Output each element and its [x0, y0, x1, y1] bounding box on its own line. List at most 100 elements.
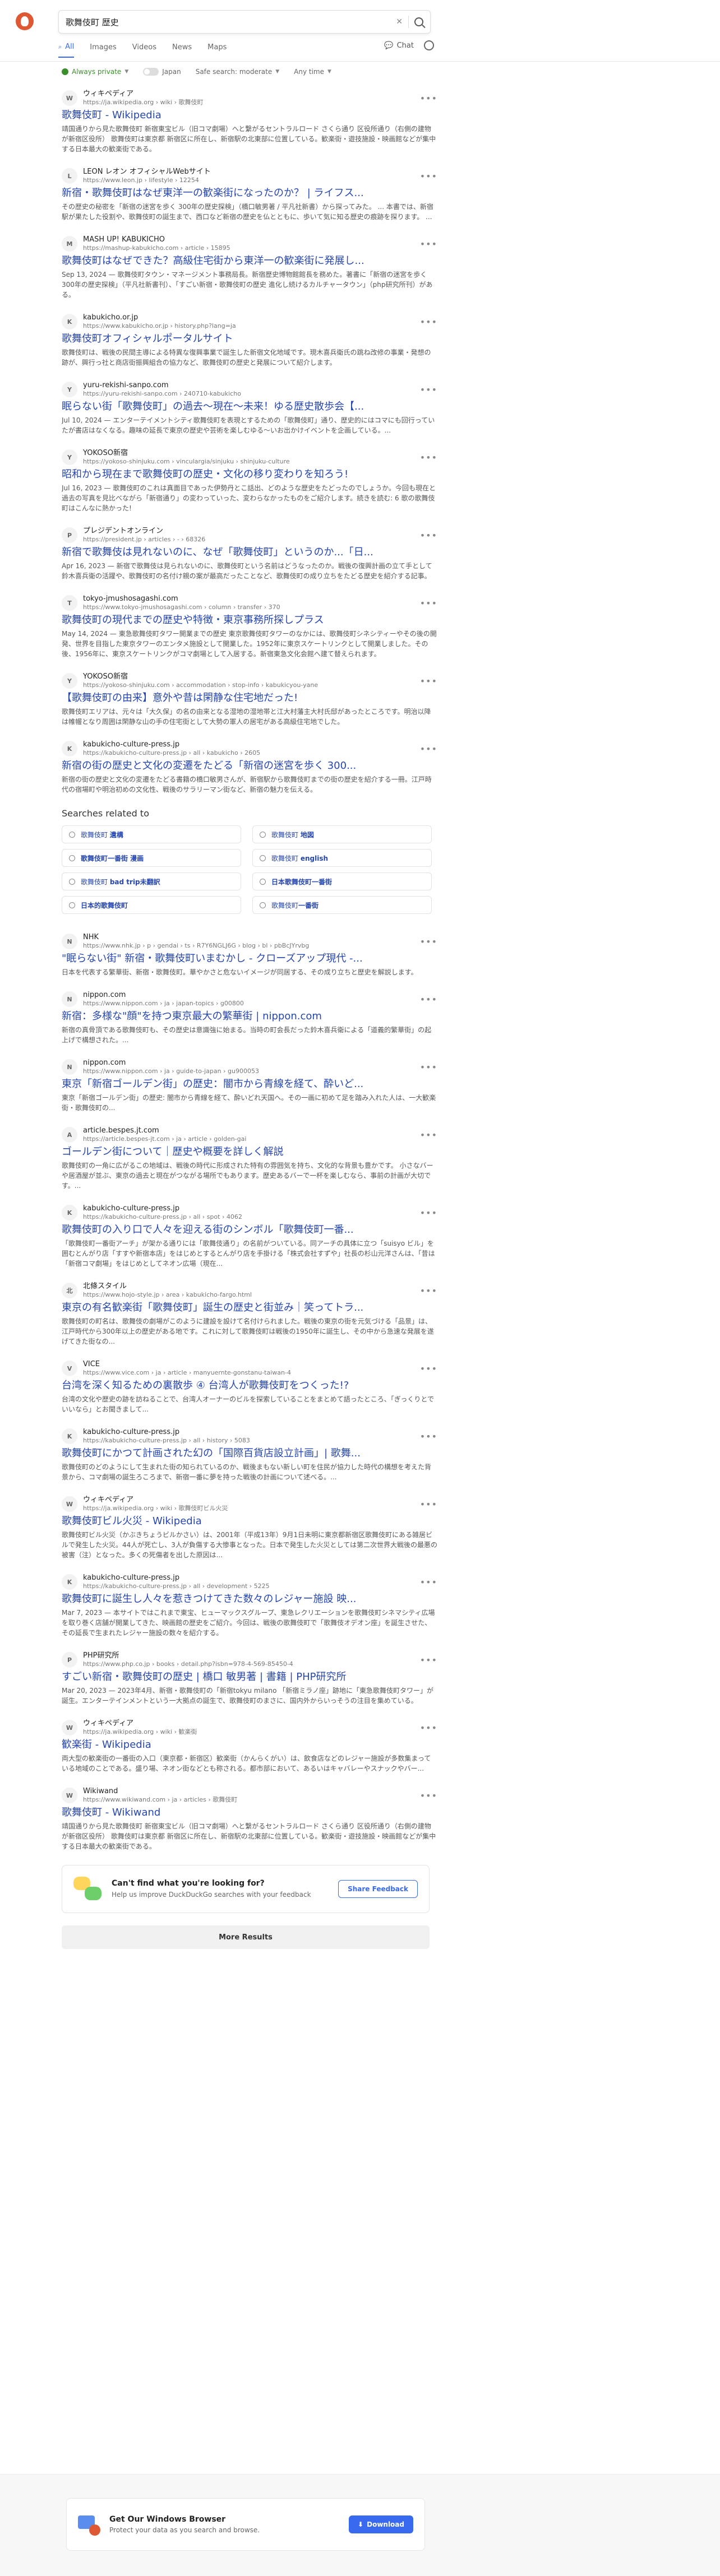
result-source[interactable]: P PHP研究所 https://www.php.co.jp › books › d…: [62, 1651, 437, 1668]
result-source[interactable]: Kkabukicho-culture-press.jp https://kabuk…: [62, 1204, 437, 1221]
always-private-filter[interactable]: Always private ▼: [62, 68, 128, 76]
result-url[interactable]: https://www.nhk.jp › p › gendai › ts › R…: [83, 942, 309, 950]
result-source[interactable]: Kkabukicho-culture-press.jp https://kabuk…: [62, 1574, 437, 1590]
more-options-icon[interactable]: •••: [420, 452, 437, 463]
result-title[interactable]: 東京の有名歓楽街「歌舞伎町」誕生の歴史と街並み｜笑ってトラ...: [62, 1301, 437, 1315]
safe-search-filter[interactable]: Safe search: moderate ▼: [196, 68, 279, 76]
result-url[interactable]: https://kabukicho-culture-press.jp › all…: [83, 749, 260, 757]
result-source[interactable]: Kkabukicho-culture-press.jp https://kabuk…: [62, 1428, 437, 1445]
more-options-icon[interactable]: •••: [420, 530, 437, 541]
result-url[interactable]: https://www.nippon.com › ja › guide-to-j…: [83, 1067, 259, 1075]
duckduckgo-logo[interactable]: [16, 12, 34, 30]
result-url[interactable]: https://ja.wikipedia.org › wiki › 歌舞伎町ビル…: [83, 1505, 228, 1512]
result-title[interactable]: 東京「新宿ゴールデン街」の歴史：闇市から青線を経て、酔いど...: [62, 1078, 437, 1091]
tab-news[interactable]: News: [172, 43, 192, 58]
result-url[interactable]: https://yuru-rekishi-sanpo.com › 240710-…: [83, 390, 241, 398]
result-title[interactable]: 新宿の街の歴史と文化の変遷をたどる「新宿の迷宮を歩く 300...: [62, 759, 437, 773]
related-search-item[interactable]: 日本的歌舞伎町: [62, 896, 241, 914]
result-title[interactable]: "眠らない街" 新宿・歌舞伎町いまむかし - クローズアップ現代 -...: [62, 952, 437, 966]
clear-icon[interactable]: ✕: [396, 17, 403, 26]
result-source[interactable]: Kkabukicho.or.jp https://www.kabukicho.or…: [62, 313, 437, 330]
result-source[interactable]: P プレジデントオンライン https://president.jp › artic…: [62, 527, 437, 544]
result-title[interactable]: 歌舞伎町にかつて計画された幻の「国際百貨店設立計画」| 歌舞...: [62, 1447, 437, 1460]
result-source[interactable]: Y YOKOSO新宿 https://yokoso-shinjuku.com › a…: [62, 672, 437, 689]
tab-maps[interactable]: Maps: [207, 43, 227, 58]
more-options-icon[interactable]: •••: [420, 384, 437, 395]
result-source[interactable]: Aarticle.bespes.jt.com https://article.be…: [62, 1126, 437, 1143]
result-title[interactable]: 歓楽街 - Wikipedia: [62, 1738, 437, 1752]
related-search-item[interactable]: 歌舞伎町 地図: [252, 825, 432, 843]
result-source[interactable]: Yyuru-rekishi-sanpo.com https://yuru-reki…: [62, 381, 437, 398]
result-source[interactable]: W Wikiwand https://www.wikiwand.com › ja ›…: [62, 1787, 437, 1804]
more-results-button[interactable]: More Results: [62, 1925, 430, 1949]
result-url[interactable]: https://www.kabukicho.or.jp › history.ph…: [83, 322, 236, 330]
result-title[interactable]: 眠らない街「歌舞伎町」の過去〜現在〜未来！ゆる歴史散歩会【...: [62, 400, 437, 414]
result-source[interactable]: W ウィキペディア https://ja.wikipedia.org › wiki …: [62, 1496, 437, 1512]
result-source[interactable]: M MASH UP! KABUKICHO https://mashup-kabuki…: [62, 235, 437, 252]
tab-images[interactable]: Images: [90, 43, 117, 58]
more-options-icon[interactable]: •••: [420, 317, 437, 327]
more-options-icon[interactable]: •••: [420, 93, 437, 104]
more-options-icon[interactable]: •••: [420, 1208, 437, 1218]
result-source[interactable]: W ウィキペディア https://ja.wikipedia.org › wiki …: [62, 1719, 437, 1736]
result-url[interactable]: https://kabukicho-culture-press.jp › all…: [83, 1437, 250, 1445]
search-icon[interactable]: [414, 17, 423, 26]
more-options-icon[interactable]: •••: [420, 1723, 437, 1733]
more-options-icon[interactable]: •••: [420, 676, 437, 686]
more-options-icon[interactable]: •••: [420, 1062, 437, 1073]
more-options-icon[interactable]: •••: [420, 1130, 437, 1140]
tab-all[interactable]: ⌕ All: [58, 43, 75, 58]
chat-button[interactable]: 💬 Chat: [384, 41, 414, 50]
result-source[interactable]: Y YOKOSO新宿 https://yokoso-shinjuku.com › v…: [62, 449, 437, 466]
tab-videos[interactable]: Videos: [132, 43, 156, 58]
result-url[interactable]: https://ja.wikipedia.org › wiki › 歌舞伎町: [83, 99, 204, 106]
result-url[interactable]: https://yokoso-shinjuku.com › accommodat…: [83, 681, 318, 689]
result-title[interactable]: ゴールデン街について｜歴史や概要を詳しく解説: [62, 1145, 437, 1159]
related-search-item[interactable]: 日本歌舞伎町一番街: [252, 872, 432, 890]
more-options-icon[interactable]: •••: [420, 1577, 437, 1588]
result-source[interactable]: Nnippon.com https://www.nippon.com › ja ›…: [62, 1059, 437, 1075]
result-title[interactable]: 昭和から現在まで歌舞伎町の歴史・文化の移り変わりを知ろう!: [62, 468, 437, 481]
related-search-item[interactable]: 歌舞伎町 遺構: [62, 825, 241, 843]
result-source[interactable]: Ttokyo-jmushosagashi.com https://www.toky…: [62, 595, 437, 611]
result-url[interactable]: https://kabukicho-culture-press.jp › all…: [83, 1582, 270, 1590]
result-title[interactable]: すごい新宿・歌舞伎町の歴史 | 橋口 敏男著 | 書籍 | PHP研究所: [62, 1670, 437, 1684]
search-box[interactable]: ✕: [58, 10, 431, 34]
result-url[interactable]: https://www.tokyo-jmushosagashi.com › co…: [83, 604, 280, 611]
more-options-icon[interactable]: •••: [420, 1655, 437, 1665]
result-url[interactable]: https://www.wikiwand.com › ja › articles…: [83, 1796, 237, 1804]
result-title[interactable]: 歌舞伎町の入り口で人々を迎える街のシンボル「歌舞伎町一番...: [62, 1223, 437, 1237]
result-url[interactable]: https://yokoso-shinjuku.com › vinculargi…: [83, 458, 290, 466]
result-url[interactable]: https://www.vice.com › ja › article › ma…: [83, 1369, 291, 1377]
more-options-icon[interactable]: •••: [420, 1363, 437, 1374]
search-input[interactable]: [66, 17, 396, 27]
more-options-icon[interactable]: •••: [420, 1499, 437, 1510]
result-url[interactable]: https://president.jp › articles › - › 68…: [83, 536, 205, 544]
result-url[interactable]: https://kabukicho-culture-press.jp › all…: [83, 1213, 242, 1221]
result-source[interactable]: N NHK https://www.nhk.jp › p › gendai › ts…: [62, 933, 437, 950]
related-search-item[interactable]: 歌舞伎町一番街: [252, 896, 432, 914]
result-title[interactable]: 歌舞伎町はなぜできた？高級住宅街から東洋一の歓楽街に発展し...: [62, 254, 437, 268]
result-url[interactable]: https://www.leon.jp › lifestyle › 12254: [83, 177, 211, 184]
related-search-item[interactable]: 歌舞伎町一番街 漫画: [62, 849, 241, 867]
result-url[interactable]: https://mashup-kabukicho.com › article ›…: [83, 244, 230, 252]
result-url[interactable]: https://ja.wikipedia.org › wiki › 歓楽街: [83, 1728, 197, 1736]
result-source[interactable]: L LEON レオン オフィシャルWebサイト https://www.leon.j…: [62, 168, 437, 184]
result-source[interactable]: Nnippon.com https://www.nippon.com › ja ›…: [62, 991, 437, 1008]
download-button[interactable]: ⬇ Download: [349, 2515, 413, 2533]
result-title[interactable]: 歌舞伎町 - Wikipedia: [62, 109, 437, 122]
more-options-icon[interactable]: •••: [420, 1285, 437, 1296]
result-url[interactable]: https://article.bespes-jt.com › ja › art…: [83, 1135, 246, 1143]
share-feedback-button[interactable]: Share Feedback: [338, 1880, 418, 1898]
related-search-item[interactable]: 歌舞伎町 english: [252, 849, 432, 867]
result-title[interactable]: 新宿で歌舞伎は見れないのに、なぜ「歌舞伎町」というのか...「日...: [62, 546, 437, 559]
more-options-icon[interactable]: •••: [420, 744, 437, 754]
result-title[interactable]: 歌舞伎町ビル火災 - Wikipedia: [62, 1515, 437, 1528]
more-options-icon[interactable]: •••: [420, 994, 437, 1005]
result-source[interactable]: W ウィキペディア https://ja.wikipedia.org › wiki …: [62, 90, 437, 106]
result-title[interactable]: 歌舞伎町 - Wikiwand: [62, 1806, 437, 1820]
more-options-icon[interactable]: •••: [420, 598, 437, 609]
more-options-icon[interactable]: •••: [420, 1790, 437, 1801]
more-options-icon[interactable]: •••: [420, 936, 437, 947]
result-title[interactable]: 歌舞伎町オフィシャルポータルサイト: [62, 332, 437, 346]
